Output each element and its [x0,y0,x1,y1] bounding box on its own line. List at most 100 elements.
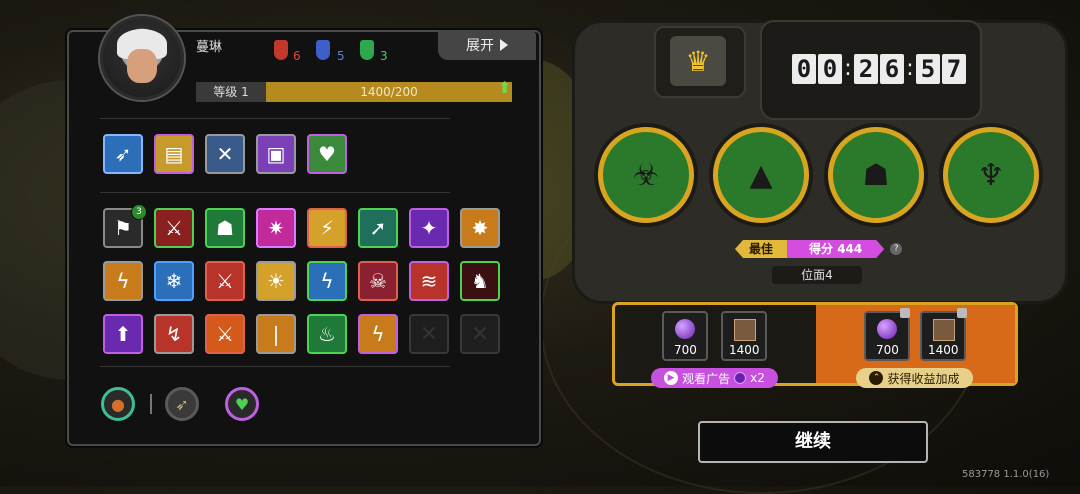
timer-digit: 2 [854,54,878,84]
red-wolf-icon: ♞ [471,269,489,293]
explosion-icon: ✸ [471,216,489,240]
fire-swords-icon: ⚔ [216,322,234,346]
skill-slot[interactable]: ⚔ [154,208,194,248]
crossbow-icon: ➶ [114,142,132,166]
play-circle-icon: ▶ [664,371,679,385]
flame-daggers-icon: ⚔ [216,269,234,293]
timer-digit: 6 [880,54,904,84]
passive-slot[interactable]: ● [101,387,135,421]
lightning-cloud-icon: ϟ [116,269,130,293]
skill-slot[interactable]: ↯ [154,314,194,354]
boost-card-value: 1400 [928,343,959,357]
purple-claw-icon: ✦ [420,216,438,240]
skill-slot[interactable]: ⚔ [205,261,245,301]
skill-slot[interactable]: ➚ [358,208,398,248]
level-progress-bar: 等级 1 1400/200 [196,82,512,102]
skill-slot[interactable]: ϟ [103,261,143,301]
weapon-slot[interactable]: ▣ [256,134,296,174]
weapon-slot[interactable]: ♥ [307,134,347,174]
skill-slot[interactable]: ☀ [256,261,296,301]
timer-digit: 5 [916,54,940,84]
skill-slot[interactable]: ≋ [409,261,449,301]
boss-portrait[interactable]: ♆ [943,127,1039,223]
passive-separator [150,394,152,414]
position-label: 位面4 [772,266,862,284]
weapon-slot[interactable]: ▤ [154,134,194,174]
timer-digits: 0 0 : 2 6 : 5 7 [792,54,966,84]
skill-slot[interactable]: ✸ [460,208,500,248]
red-mask-icon [274,40,288,60]
green-flame-icon: ♨ [318,322,336,346]
empty-skill-slot[interactable]: ✕ [409,314,449,354]
skill-slot[interactable]: ϟ [307,261,347,301]
expand-button[interactable]: 展开 [438,30,536,60]
watch-ad-multiplier: x2 [750,371,765,385]
red-swirl-icon: ↯ [165,322,183,346]
stack-count-badge: 3 [131,204,147,220]
skill-slot[interactable]: ♞ [460,261,500,301]
purple-orb-icon [877,319,897,339]
skill-slot[interactable]: ⬆ [103,314,143,354]
green-slash-icon: ➚ [369,216,387,240]
purple-horned-boss-icon: ▲ [749,157,773,193]
chevron-up-icon: ⌃ [869,371,884,385]
treasure-chest-icon: ▤ [164,142,184,166]
blue-mask-icon [316,40,330,60]
weapon-slot[interactable]: ➶ [103,134,143,174]
skill-slot[interactable]: ϟ [358,314,398,354]
empty-skill-slot[interactable]: ✕ [460,314,500,354]
divider [100,192,450,193]
skill-slot[interactable]: ☗ [205,208,245,248]
level-progress-text: 1400/200 [360,85,418,99]
skill-slot[interactable]: ⚔ [205,314,245,354]
skill-slot[interactable]: ♨ [307,314,347,354]
golden-blades-icon: ❘ [267,322,285,346]
continue-button[interactable]: 继续 [698,421,928,463]
boss-portrait[interactable]: ☗ [828,127,924,223]
boss-portrait[interactable]: ☣ [598,127,694,223]
skill-slot[interactable]: ✦ [409,208,449,248]
skill-slot[interactable]: ⚡ [307,208,347,248]
passive-slot[interactable]: ➶ [165,387,199,421]
timer-digit: 7 [942,54,966,84]
watch-ad-button[interactable]: ▶ 观看广告 x2 [651,368,778,388]
skill-slot[interactable]: ❄ [154,261,194,301]
flag-shield-icon: ⚑ [114,216,132,240]
green-arrow-up-icon: ⬆ [114,322,132,346]
red-mask-count: 6 [293,49,301,63]
red-eyed-insect-boss-icon: ☣ [632,157,660,193]
boost-label: 获得收益加成 [887,371,960,386]
skill-slot[interactable]: ⚑ 3 [103,204,147,248]
expand-label: 展开 [466,38,494,54]
level-up-arrow-icon[interactable]: ⬆ [498,78,516,97]
divider [100,366,450,367]
green-mask-icon [360,40,374,60]
split-sword-icon: ⚔ [165,216,183,240]
help-icon[interactable]: ? [890,243,903,255]
skill-slot[interactable]: ☠ [358,261,398,301]
avatar[interactable] [100,16,184,100]
divider [100,118,450,119]
player-name: 蔓琳 [196,40,223,55]
skill-slot[interactable]: ✷ [256,208,296,248]
red-stripes-icon: ≋ [420,269,438,293]
passive-slot[interactable]: ♥ [225,387,259,421]
skill-slot[interactable]: ❘ [256,314,296,354]
spellbook-icon: ✷ [267,216,285,240]
thunder-strike-icon: ϟ [371,322,385,346]
armored-helmet-boss-icon: ☗ [862,157,890,193]
lock-icon [900,308,910,318]
tortoise-shell-icon: ● [111,394,125,414]
boss-portrait[interactable]: ▲ [713,127,809,223]
avatar-face [127,49,157,83]
score-label: 得分 444 [787,240,884,258]
twin-bolt-icon: ⚡ [319,216,335,240]
skull-mask-icon: ☠ [369,269,387,293]
best-score-row: 最佳 得分 444 ? [735,240,903,258]
boost-button[interactable]: ⌃ 获得收益加成 [856,368,973,388]
purple-orb-icon [675,319,695,339]
timer-colon: : [844,56,852,81]
crossbow-mini-icon: ➶ [175,394,189,414]
blue-mask-count: 5 [337,49,345,63]
weapon-slot[interactable]: ✕ [205,134,245,174]
